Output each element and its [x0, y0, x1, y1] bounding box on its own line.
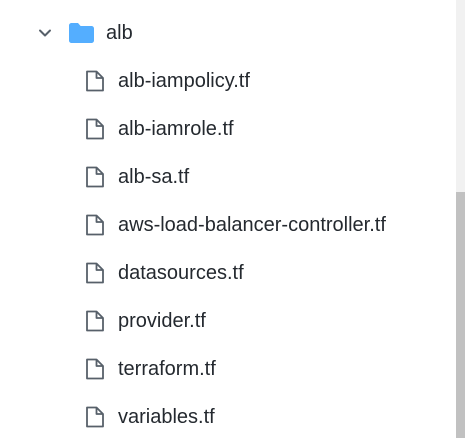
file-label: provider.tf [118, 309, 206, 332]
chevron-down-icon[interactable] [36, 24, 54, 42]
file-label: aws-load-balancer-controller.tf [118, 213, 386, 236]
file-icon [86, 70, 104, 92]
tree-folder-alb[interactable]: alb [0, 9, 456, 57]
folder-label: alb [106, 21, 133, 44]
file-icon [86, 310, 104, 332]
file-label: alb-sa.tf [118, 165, 190, 188]
tree-item-file[interactable]: variables.tf [0, 393, 456, 441]
tree-item-file[interactable]: aws-load-balancer-controller.tf [0, 201, 456, 249]
file-icon [86, 166, 104, 188]
tree-item-file[interactable]: alb-sa.tf [0, 153, 456, 201]
file-tree: alb alb-iampolicy.tf alb-iamrole.tf alb-… [0, 0, 456, 438]
file-icon [86, 118, 104, 140]
file-icon [86, 406, 104, 428]
file-label: alb-iamrole.tf [118, 117, 234, 140]
tree-item-file[interactable]: provider.tf [0, 297, 456, 345]
scrollbar-thumb[interactable] [456, 192, 465, 438]
file-label: variables.tf [118, 405, 215, 428]
file-label: datasources.tf [118, 261, 244, 284]
file-icon [86, 214, 104, 236]
tree-item-file[interactable]: terraform.tf [0, 345, 456, 393]
tree-item-file[interactable]: alb-iampolicy.tf [0, 57, 456, 105]
file-icon [86, 358, 104, 380]
tree-item-file[interactable]: alb-iamrole.tf [0, 105, 456, 153]
folder-icon [69, 23, 94, 43]
vertical-scrollbar[interactable] [456, 0, 465, 438]
file-label: terraform.tf [118, 357, 216, 380]
file-icon [86, 262, 104, 284]
tree-item-file[interactable]: datasources.tf [0, 249, 456, 297]
file-label: alb-iampolicy.tf [118, 69, 250, 92]
